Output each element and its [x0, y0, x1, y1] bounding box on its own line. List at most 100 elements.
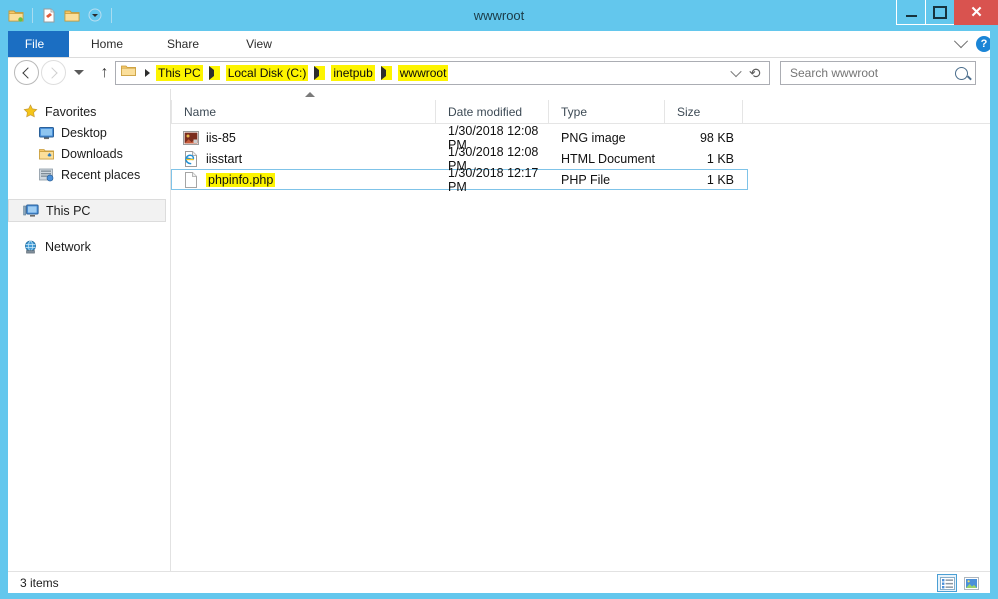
toolbar-separator: [32, 7, 33, 23]
minimize-icon: [905, 14, 917, 17]
ribbon-right-controls: ?: [953, 31, 992, 57]
column-header-size[interactable]: Size: [664, 100, 743, 123]
forward-button[interactable]: [41, 60, 66, 85]
title-bar: wwwroot ✕: [0, 0, 998, 31]
breadcrumb-separator-2[interactable]: [314, 66, 326, 80]
file-size-cell: 98 KB: [699, 130, 734, 145]
tab-file[interactable]: File: [0, 31, 69, 57]
back-arrow-icon: [22, 66, 34, 79]
folder-icon-2[interactable]: [62, 5, 82, 25]
star-icon: [22, 104, 38, 120]
column-headers: Name Date modified Type Size: [171, 92, 998, 124]
breadcrumb-item-local-disk[interactable]: Local Disk (C:): [225, 65, 309, 81]
breadcrumb-item-inetpub[interactable]: inetpub: [331, 65, 375, 81]
sidebar-item-desktop[interactable]: Desktop: [0, 122, 170, 143]
breadcrumb-item-wwwroot[interactable]: wwwroot: [397, 65, 449, 81]
ribbon-tabs: File Home Share View: [0, 31, 998, 57]
breadcrumb-item-this-pc[interactable]: This PC: [156, 65, 203, 81]
window-frame-left: [0, 31, 8, 599]
file-size-cell: 1 KB: [706, 172, 734, 187]
toolbar-separator-2: [111, 7, 112, 23]
column-header-date-modified[interactable]: Date modified: [435, 100, 548, 123]
window-title: wwwroot: [473, 8, 525, 23]
minimize-button[interactable]: [896, 0, 925, 25]
back-button[interactable]: [14, 60, 39, 85]
new-folder-icon[interactable]: [39, 5, 59, 25]
file-name-cell: iisstart: [172, 150, 436, 167]
chevron-down-icon[interactable]: [953, 34, 969, 49]
up-button[interactable]: ↑: [92, 60, 117, 85]
recent-locations-icon[interactable]: [74, 70, 84, 75]
sidebar-item-downloads[interactable]: Downloads: [0, 143, 170, 164]
desktop-icon: [38, 125, 54, 141]
sidebar-item-favorites[interactable]: Favorites: [0, 101, 170, 122]
tab-share[interactable]: Share: [145, 31, 221, 57]
tab-home[interactable]: Home: [69, 31, 145, 57]
sort-ascending-icon: [305, 92, 315, 97]
item-count-label: 3 items: [20, 576, 59, 590]
chevron-down-icon[interactable]: [85, 5, 105, 25]
ribbon-tab-bar: File Home Share View ?: [0, 31, 998, 58]
chevron-down-icon[interactable]: [730, 65, 742, 78]
sidebar-item-this-pc[interactable]: This PC: [8, 199, 166, 222]
address-bar-row: ↑ This PC Local Disk (C:) inetpub wwwroo…: [0, 58, 998, 89]
maximize-button[interactable]: [925, 0, 954, 25]
file-date-cell: 1/30/2018 12:17 PM: [448, 165, 539, 194]
refresh-icon[interactable]: ⟳: [749, 65, 761, 82]
table-row[interactable]: phpinfo.php 1/30/2018 12:17 PM PHP File …: [171, 166, 748, 194]
breadcrumb-separator-0[interactable]: [145, 69, 150, 77]
sidebar-label-downloads: Downloads: [61, 146, 123, 161]
recent-places-icon: [38, 167, 54, 183]
search-box[interactable]: [780, 61, 976, 85]
navigation-pane: Favorites Desktop Downloads Recent place…: [0, 89, 171, 571]
navigation-buttons: ↑: [14, 60, 117, 85]
address-bar[interactable]: This PC Local Disk (C:) inetpub wwwroot …: [115, 61, 770, 85]
status-bar: 3 items: [0, 571, 990, 594]
close-button[interactable]: ✕: [954, 0, 998, 25]
folder-icon[interactable]: [6, 5, 26, 25]
html-document-icon: [183, 150, 199, 167]
search-input[interactable]: [788, 65, 955, 81]
file-name-cell: phpinfo.php: [172, 171, 436, 188]
file-explorer-window: wwwroot ✕ File Home Share View ? ↑ This …: [0, 0, 998, 599]
sidebar-label-desktop: Desktop: [61, 125, 107, 140]
breadcrumb: This PC Local Disk (C:) inetpub wwwroot: [116, 62, 732, 84]
file-name: iisstart: [206, 151, 243, 166]
file-name: phpinfo.php: [206, 172, 276, 187]
folder-icon-small: [121, 64, 136, 82]
view-toggle-group: [937, 574, 981, 592]
search-icon[interactable]: [955, 66, 968, 80]
network-icon: [22, 239, 38, 255]
breadcrumb-separator-1[interactable]: [208, 66, 220, 80]
tab-view[interactable]: View: [221, 31, 297, 57]
details-view-button[interactable]: [937, 574, 957, 592]
sidebar-label-network: Network: [45, 239, 91, 254]
window-controls: ✕: [896, 0, 998, 26]
downloads-folder-icon: [38, 146, 54, 162]
forward-arrow-icon: [46, 66, 58, 79]
breadcrumb-separator-3[interactable]: [380, 66, 392, 80]
file-type-cell: HTML Document: [561, 151, 656, 166]
sidebar-label-recent-places: Recent places: [61, 167, 141, 182]
window-frame-right: [990, 31, 998, 599]
computer-icon: [23, 203, 39, 219]
sidebar-item-network[interactable]: Network: [0, 236, 170, 257]
file-list-pane: Name Date modified Type Size iis-85 1/30…: [171, 89, 998, 571]
file-name-cell: iis-85: [172, 130, 436, 146]
window-frame-bottom: [0, 593, 998, 599]
address-bar-controls: ⟳: [730, 65, 769, 82]
sidebar-label-this-pc: This PC: [46, 203, 91, 218]
generic-file-icon: [183, 171, 199, 188]
close-icon: ✕: [970, 3, 983, 21]
file-type-cell: PHP File: [561, 172, 611, 187]
column-header-name[interactable]: Name: [171, 100, 435, 123]
explorer-content: Favorites Desktop Downloads Recent place…: [0, 89, 998, 571]
file-size-cell: 1 KB: [706, 151, 734, 166]
large-icons-view-button[interactable]: [961, 574, 981, 592]
column-header-type[interactable]: Type: [548, 100, 664, 123]
sidebar-item-recent-places[interactable]: Recent places: [0, 164, 170, 185]
file-type-cell: PNG image: [561, 130, 626, 145]
png-image-icon: [183, 130, 199, 146]
